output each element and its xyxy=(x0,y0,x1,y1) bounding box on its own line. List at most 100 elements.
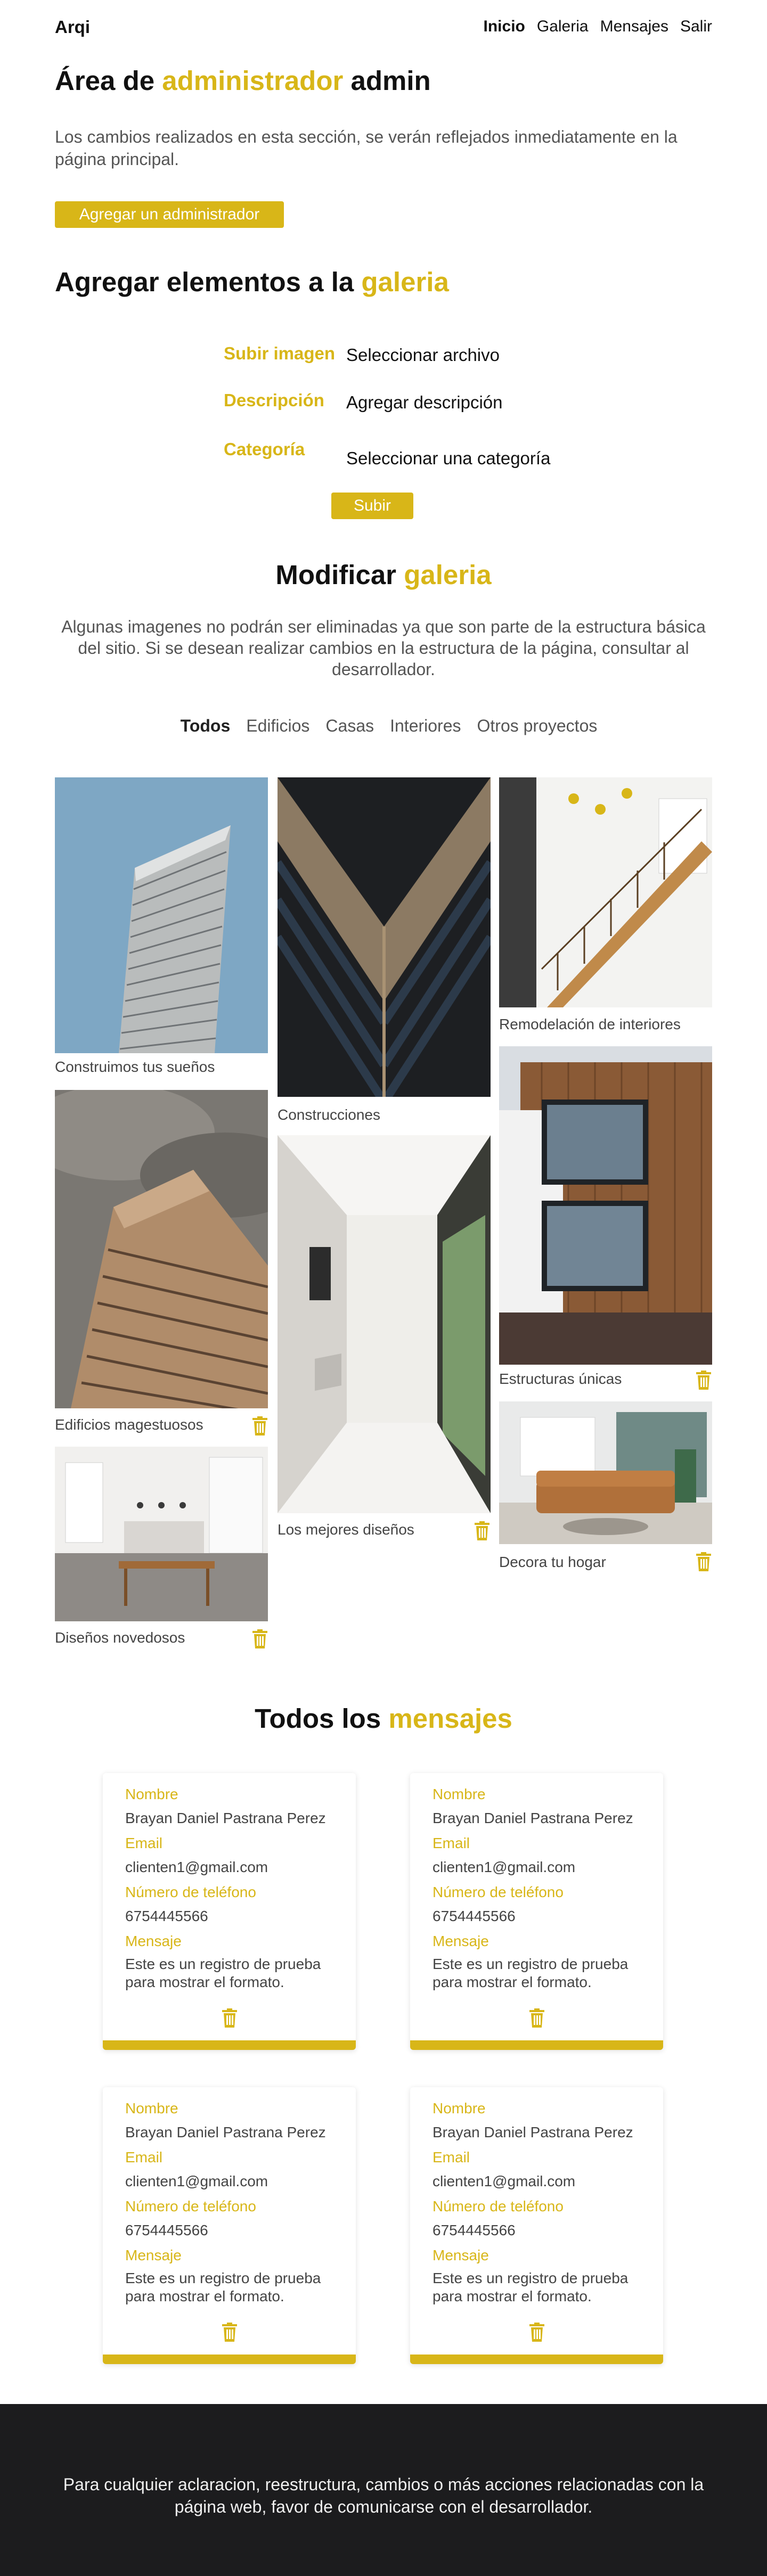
nav-links: Inicio Galeria Mensajes Salir xyxy=(484,18,712,36)
modify-title: Modificar galeria xyxy=(0,559,767,590)
name-value: Brayan Daniel Pastrana Perez xyxy=(433,2124,633,2140)
gallery-image-hallway xyxy=(278,1135,491,1513)
gallery-form-title: Agregar elementos a la galeria xyxy=(55,266,449,298)
caption-edificios: Edificios magestuosos xyxy=(55,1416,203,1433)
delete-message-trash-icon[interactable] xyxy=(221,2323,238,2342)
gallery-filters: Todos Edificios Casas Interiores Otros p… xyxy=(0,716,767,736)
delete-message-trash-icon[interactable] xyxy=(221,2008,238,2028)
message-label: Mensaje xyxy=(433,1933,489,1949)
name-label: Nombre xyxy=(125,1786,178,1802)
email-label: Email xyxy=(433,2149,470,2165)
modify-title-accent: galeria xyxy=(404,560,492,590)
name-value: Brayan Daniel Pastrana Perez xyxy=(125,1810,326,1826)
message-card: Nombre Brayan Daniel Pastrana Perez Emai… xyxy=(103,2087,356,2364)
phone-value: 6754445566 xyxy=(125,2222,208,2238)
filter-casas[interactable]: Casas xyxy=(325,716,374,736)
gallery-image-staircase xyxy=(499,777,712,1007)
email-label: Email xyxy=(433,1835,470,1851)
filter-todos[interactable]: Todos xyxy=(181,716,231,736)
gallery-image-living-room xyxy=(499,1401,712,1544)
gallery-image-building-corner xyxy=(278,777,491,1097)
filter-edificios[interactable]: Edificios xyxy=(246,716,309,736)
email-label: Email xyxy=(125,2149,163,2165)
message-label: Mensaje xyxy=(125,1933,182,1949)
footer: Para cualquier aclaracion, reestructura,… xyxy=(0,2404,767,2576)
filter-interiores[interactable]: Interiores xyxy=(390,716,461,736)
phone-label: Número de teléfono xyxy=(125,2198,256,2214)
gallery-form-title-accent: galeria xyxy=(361,267,449,297)
gallery-image-kitchen xyxy=(55,1447,268,1621)
category-select[interactable]: Seleccionar una categoría xyxy=(346,448,550,469)
admin-title: Área de administrador admin xyxy=(55,65,431,96)
top-navbar: Arqi Inicio Galeria Mensajes Salir xyxy=(0,0,767,53)
name-value: Brayan Daniel Pastrana Perez xyxy=(125,2124,326,2140)
description-input[interactable]: Agregar descripción xyxy=(346,392,503,413)
gallery-image-tower-blue-sky xyxy=(55,777,268,1053)
caption-disenos-novedosos: Diseños novedosos xyxy=(55,1629,185,1646)
phone-label: Número de teléfono xyxy=(125,1884,256,1900)
message-card: Nombre Brayan Daniel Pastrana Perez Emai… xyxy=(103,1773,356,2050)
file-input[interactable]: Seleccionar archivo xyxy=(346,345,500,365)
email-value: clienten1@gmail.com xyxy=(433,1859,576,1875)
caption-remodelacion: Remodelación de interiores xyxy=(499,1016,681,1032)
delete-trash-icon[interactable] xyxy=(251,1629,268,1648)
message-value: Este es un registro de prueba para mostr… xyxy=(433,2270,629,2304)
phone-label: Número de teléfono xyxy=(433,2198,564,2214)
email-value: clienten1@gmail.com xyxy=(125,2173,268,2189)
add-admin-button[interactable]: Agregar un administrador xyxy=(55,201,284,228)
message-value: Este es un registro de prueba para mostr… xyxy=(125,2270,321,2304)
message-card: Nombre Brayan Daniel Pastrana Perez Emai… xyxy=(410,2087,663,2364)
phone-value: 6754445566 xyxy=(125,1908,208,1924)
name-label: Nombre xyxy=(433,1786,486,1802)
message-label: Mensaje xyxy=(125,2247,182,2263)
nav-link-galeria[interactable]: Galeria xyxy=(537,18,589,36)
brand-logo[interactable]: Arqi xyxy=(55,17,90,37)
caption-decora-hogar: Decora tu hogar xyxy=(499,1554,606,1570)
message-value: Este es un registro de prueba para mostr… xyxy=(125,1956,321,1990)
admin-intro: Los cambios realizados en esta sección, … xyxy=(55,127,678,169)
email-value: clienten1@gmail.com xyxy=(433,2173,576,2189)
delete-trash-icon[interactable] xyxy=(695,1371,712,1390)
gallery-image-wood-facade xyxy=(499,1046,712,1365)
nav-link-salir[interactable]: Salir xyxy=(680,18,712,36)
modify-description: Algunas imagenes no podrán ser eliminada… xyxy=(61,617,706,679)
delete-trash-icon[interactable] xyxy=(251,1416,268,1435)
name-value: Brayan Daniel Pastrana Perez xyxy=(433,1810,633,1826)
name-label: Nombre xyxy=(433,2100,486,2116)
delete-trash-icon[interactable] xyxy=(474,1521,491,1540)
upload-label: Subir imagen xyxy=(224,343,336,363)
message-label: Mensaje xyxy=(433,2247,489,2263)
phone-label: Número de teléfono xyxy=(433,1884,564,1900)
name-label: Nombre xyxy=(125,2100,178,2116)
caption-estructuras-unicas: Estructuras únicas xyxy=(499,1371,622,1387)
message-value: Este es un registro de prueba para mostr… xyxy=(433,1956,629,1990)
card-accent-bar xyxy=(103,2355,356,2364)
phone-value: 6754445566 xyxy=(433,1908,516,1924)
messages-title: Todos los mensajes xyxy=(0,1703,767,1734)
delete-message-trash-icon[interactable] xyxy=(528,2008,545,2028)
delete-message-trash-icon[interactable] xyxy=(528,2323,545,2342)
email-label: Email xyxy=(125,1835,163,1851)
submit-button[interactable]: Subir xyxy=(331,493,413,519)
email-value: clienten1@gmail.com xyxy=(125,1859,268,1875)
modify-title-prefix: Modificar xyxy=(275,560,397,590)
phone-value: 6754445566 xyxy=(433,2222,516,2238)
filter-otros-proyectos[interactable]: Otros proyectos xyxy=(477,716,598,736)
gallery-image-tower-cloudy xyxy=(55,1090,268,1408)
admin-title-prefix: Área de xyxy=(55,65,155,96)
message-card: Nombre Brayan Daniel Pastrana Perez Emai… xyxy=(410,1773,663,2050)
delete-trash-icon[interactable] xyxy=(695,1552,712,1571)
caption-construcciones: Construcciones xyxy=(278,1106,380,1123)
messages-title-accent: mensajes xyxy=(388,1703,512,1734)
gallery-form-title-prefix: Agregar elementos a la xyxy=(55,267,354,297)
footer-text: Para cualquier aclaracion, reestructura,… xyxy=(63,2475,704,2516)
card-accent-bar xyxy=(410,2040,663,2050)
admin-title-suffix: admin xyxy=(350,65,431,96)
category-label: Categoría xyxy=(224,439,305,459)
card-accent-bar xyxy=(410,2355,663,2364)
nav-link-mensajes[interactable]: Mensajes xyxy=(600,18,668,36)
caption-construimos: Construimos tus sueños xyxy=(55,1059,215,1075)
admin-title-accent: administrador xyxy=(162,65,344,96)
nav-link-inicio[interactable]: Inicio xyxy=(484,18,525,36)
messages-title-prefix: Todos los xyxy=(255,1703,381,1734)
